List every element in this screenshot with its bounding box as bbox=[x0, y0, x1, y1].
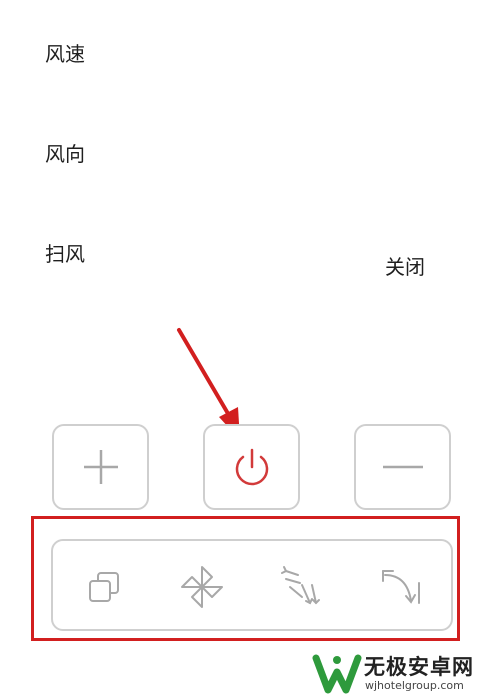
curved-arrow-icon bbox=[382, 570, 420, 604]
power-status-label: 关闭 bbox=[385, 255, 425, 279]
watermark-logo-icon bbox=[312, 654, 362, 694]
power-button[interactable] bbox=[203, 424, 300, 510]
wind-direction-label: 风向 bbox=[45, 142, 85, 166]
wind-speed-label: 风速 bbox=[45, 42, 85, 66]
watermark-url: wjhotelgroup.com bbox=[365, 679, 464, 692]
watermark: 无极安卓网 wjhotelgroup.com bbox=[312, 650, 500, 700]
fan-icon bbox=[181, 566, 223, 608]
swing-label: 扫风 bbox=[45, 242, 85, 266]
decrease-button[interactable] bbox=[354, 424, 451, 510]
power-icon bbox=[235, 448, 268, 486]
watermark-title: 无极安卓网 bbox=[364, 655, 474, 679]
mode-button-3[interactable] bbox=[278, 563, 326, 611]
plus-icon bbox=[83, 450, 118, 484]
increase-button[interactable] bbox=[52, 424, 149, 510]
layers-icon bbox=[89, 572, 119, 602]
swing-arrows-icon bbox=[281, 566, 320, 605]
mode-button-4[interactable] bbox=[377, 563, 425, 611]
minus-icon bbox=[382, 465, 423, 469]
mode-button-1[interactable] bbox=[80, 563, 128, 611]
mode-bar bbox=[51, 539, 453, 631]
mode-button-2[interactable] bbox=[178, 563, 226, 611]
